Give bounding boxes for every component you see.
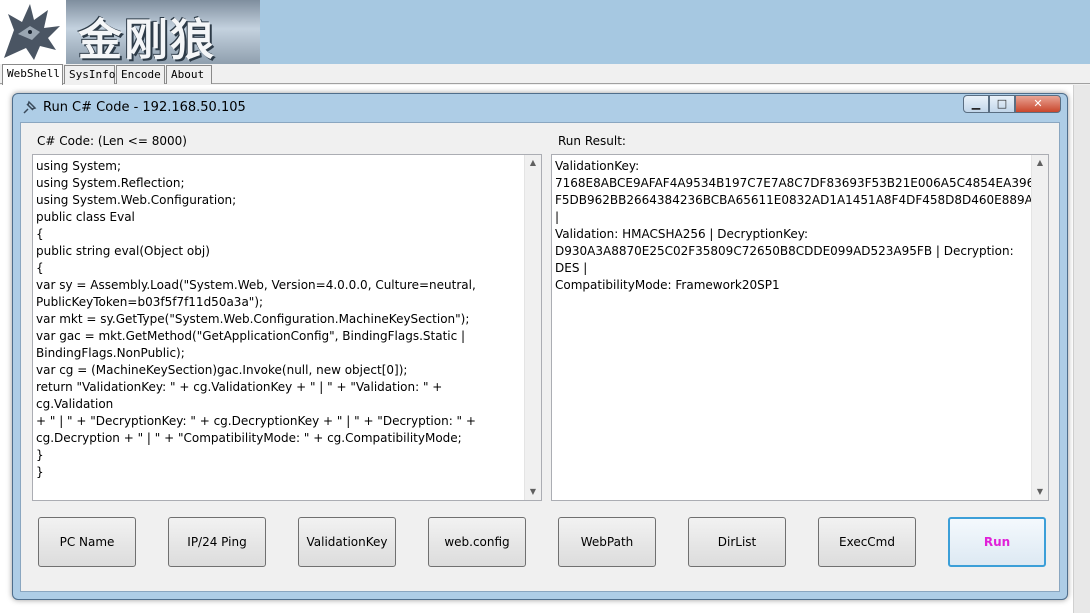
validation-key-button[interactable]: ValidationKey xyxy=(298,517,396,567)
page-scrollbar[interactable] xyxy=(1073,85,1090,613)
result-output[interactable]: ValidationKey: 7168E8ABCE9AFAF4A9534B197… xyxy=(551,154,1049,501)
pin-icon xyxy=(21,100,37,116)
dialog-titlebar[interactable]: Run C# Code - 192.168.50.105 ▁ □ ✕ xyxy=(13,94,1067,122)
run-button[interactable]: Run xyxy=(948,517,1046,567)
result-label: Run Result: xyxy=(558,134,626,148)
scroll-down-icon[interactable]: ▼ xyxy=(525,484,541,500)
result-scrollbar[interactable]: ▲ ▼ xyxy=(1031,155,1048,500)
exec-cmd-button[interactable]: ExecCmd xyxy=(818,517,916,567)
close-button[interactable]: ✕ xyxy=(1015,95,1061,113)
code-text: using System; using System.Reflection; u… xyxy=(36,159,476,479)
logo-text: 金刚狼 xyxy=(78,15,216,64)
pc-name-button[interactable]: PC Name xyxy=(38,517,136,567)
maximize-icon: □ xyxy=(996,97,1008,110)
scroll-up-icon[interactable]: ▲ xyxy=(1032,155,1048,171)
web-path-button[interactable]: WebPath xyxy=(558,517,656,567)
main-tab-bar: WebShell SysInfo Encode About xyxy=(0,64,1090,85)
code-scrollbar[interactable]: ▲ ▼ xyxy=(524,155,541,500)
tab-sysinfo[interactable]: SysInfo xyxy=(64,65,115,84)
close-icon: ✕ xyxy=(1033,97,1043,110)
header-banner: 金刚狼 xyxy=(0,0,1090,64)
minimize-button[interactable]: ▁ xyxy=(963,95,989,113)
dialog-client-area: C# Code: (Len <= 8000) Run Result: using… xyxy=(20,122,1060,592)
web-config-button[interactable]: web.config xyxy=(428,517,526,567)
app-logo: 金刚狼 xyxy=(0,0,260,64)
code-label: C# Code: (Len <= 8000) xyxy=(37,134,187,148)
dir-list-button[interactable]: DirList xyxy=(688,517,786,567)
tab-webshell[interactable]: WebShell xyxy=(2,64,63,85)
ip-ping-button[interactable]: IP/24 Ping xyxy=(168,517,266,567)
tab-encode[interactable]: Encode xyxy=(116,65,165,84)
dialog-title: Run C# Code - 192.168.50.105 xyxy=(43,100,246,115)
result-text: ValidationKey: 7168E8ABCE9AFAF4A9534B197… xyxy=(555,159,1049,292)
wolf-logo-icon xyxy=(0,0,66,64)
logo-wordmark: 金刚狼 xyxy=(66,0,260,64)
minimize-icon: ▁ xyxy=(971,97,981,110)
scroll-up-icon[interactable]: ▲ xyxy=(525,155,541,171)
tab-about[interactable]: About xyxy=(166,65,212,84)
code-input[interactable]: using System; using System.Reflection; u… xyxy=(32,154,542,501)
window-controls: ▁ □ ✕ xyxy=(963,95,1061,115)
maximize-button[interactable]: □ xyxy=(989,95,1015,113)
run-code-dialog: Run C# Code - 192.168.50.105 ▁ □ ✕ C# Co… xyxy=(12,93,1068,600)
scroll-down-icon[interactable]: ▼ xyxy=(1032,484,1048,500)
